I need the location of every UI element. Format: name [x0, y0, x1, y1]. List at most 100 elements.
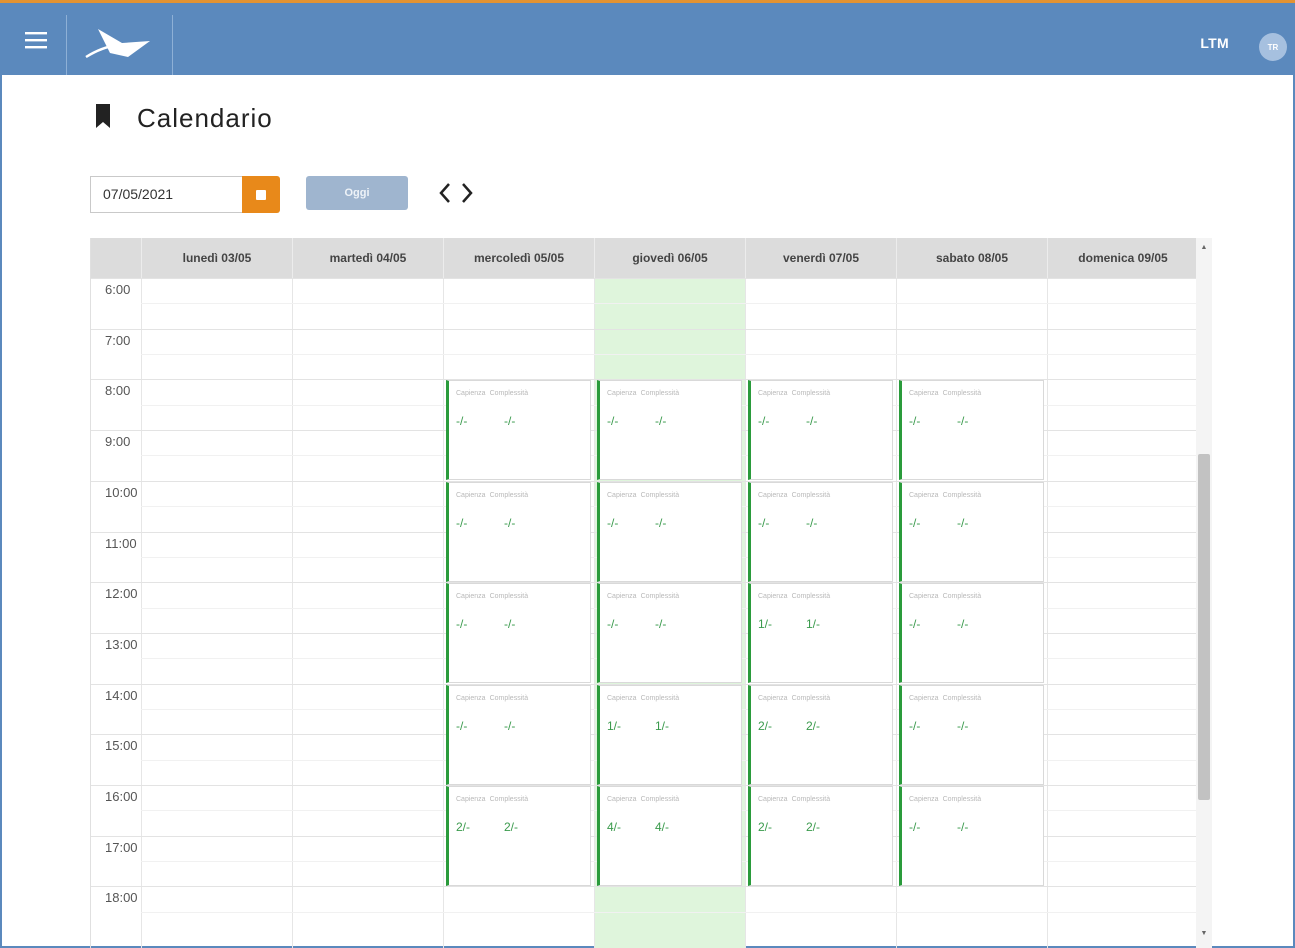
capacity-label: Capienza [909, 796, 939, 803]
complexity-value: -/- [957, 820, 969, 834]
time-label: 9:00 [105, 434, 131, 450]
scroll-up-arrow-icon[interactable]: ▲ [1199, 244, 1209, 256]
day-header: mercoledì 05/05 [443, 238, 594, 278]
complexity-label: Complessità [640, 491, 680, 499]
complexity-label: Complessità [791, 491, 831, 499]
capacity-label: Capienza [456, 694, 486, 702]
date-field[interactable]: 07/05/2021 [90, 176, 242, 213]
calendar-picker-button[interactable] [242, 176, 280, 213]
capacity-label: Capienza [456, 390, 486, 398]
availability-slot[interactable]: Capienza Complessità -/- -/- [899, 786, 1044, 886]
capacity-value: -/- [607, 617, 619, 632]
slot-labels: Capienza Complessità [456, 695, 528, 702]
slot-values: -/- -/- [758, 516, 854, 530]
availability-slot[interactable]: Capienza Complessità -/- -/- [446, 684, 591, 785]
slot-labels: Capienza Complessità [456, 390, 528, 397]
capacity-label: Capienza [758, 491, 788, 499]
availability-slot[interactable]: Capienza Complessità -/- -/- [597, 583, 742, 684]
availability-slot[interactable]: Capienza Complessità -/- -/- [748, 481, 893, 582]
availability-slot[interactable]: Capienza Complessità -/- -/- [597, 380, 742, 481]
complexity-value: -/- [504, 718, 516, 733]
capacity-value: -/- [758, 414, 770, 429]
availability-slot[interactable]: Capienza Complessità 2/- 2/- [748, 786, 893, 886]
availability-slot[interactable]: Capienza Complessità -/- -/- [899, 481, 1044, 582]
slot-values: -/- -/- [607, 617, 703, 631]
half-hour-line [141, 911, 1196, 913]
time-label: 6:00 [105, 282, 131, 297]
capacity-value: 4/- [607, 820, 622, 834]
day-header: martedì 04/05 [292, 238, 443, 278]
scroll-thumb[interactable] [1198, 454, 1210, 800]
availability-slot[interactable]: Capienza Complessità -/- -/- [446, 583, 591, 684]
capacity-value: -/- [909, 515, 921, 530]
availability-slot[interactable]: Capienza Complessità 4/- 4/- [597, 786, 742, 886]
complexity-label: Complessità [942, 390, 982, 398]
complexity-label: Complessità [791, 694, 831, 702]
availability-slot[interactable]: Capienza Complessità 1/- 1/- [597, 684, 742, 785]
availability-slot[interactable]: Capienza Complessità -/- -/- [899, 684, 1044, 785]
availability-slot[interactable]: Capienza Complessità 2/- 2/- [446, 786, 591, 886]
hour-row-line [91, 328, 1196, 330]
capacity-value: -/- [607, 414, 619, 429]
complexity-label: Complessità [791, 390, 831, 398]
availability-slot[interactable]: Capienza Complessità -/- -/- [446, 481, 591, 582]
hamburger-menu-icon[interactable] [8, 15, 64, 65]
slot-values: -/- -/- [909, 414, 1005, 428]
time-label: 18:00 [105, 890, 138, 906]
user-code[interactable]: LTM [1200, 35, 1229, 51]
capacity-label: Capienza [758, 796, 788, 803]
slot-labels: Capienza Complessità [607, 593, 679, 600]
today-button[interactable]: Oggi [306, 176, 408, 210]
day-header: domenica 09/05 [1047, 238, 1196, 278]
complexity-value: -/- [504, 414, 516, 429]
complexity-label: Complessità [640, 694, 680, 702]
slot-values: -/- -/- [909, 617, 1005, 631]
slot-labels: Capienza Complessità [909, 492, 981, 499]
complexity-value: 2/- [504, 820, 519, 834]
capacity-label: Capienza [456, 796, 486, 803]
availability-slot[interactable]: Capienza Complessità -/- -/- [597, 481, 742, 582]
scroll-down-arrow-icon[interactable]: ▼ [1199, 930, 1209, 942]
availability-slot[interactable]: Capienza Complessità -/- -/- [899, 583, 1044, 684]
slot-values: -/- -/- [607, 516, 703, 530]
complexity-label: Complessità [791, 593, 831, 601]
capacity-value: -/- [456, 515, 468, 530]
complexity-label: Complessità [942, 694, 982, 702]
complexity-label: Complessità [640, 796, 680, 803]
slot-labels: Capienza Complessità [758, 695, 830, 702]
avatar[interactable]: TR [1259, 33, 1287, 61]
complexity-label: Complessità [640, 593, 680, 601]
complexity-value: 1/- [806, 617, 821, 632]
time-label: 10:00 [105, 484, 138, 500]
availability-slot[interactable]: Capienza Complessità 2/- 2/- [748, 684, 893, 785]
next-week-button[interactable] [456, 178, 478, 208]
capacity-value: -/- [607, 515, 619, 530]
capacity-value: 1/- [607, 718, 622, 733]
availability-slot[interactable]: Capienza Complessità -/- -/- [899, 380, 1044, 481]
availability-slot[interactable]: Capienza Complessità 1/- 1/- [748, 583, 893, 684]
slot-values: -/- -/- [607, 414, 703, 428]
complexity-value: 2/- [806, 820, 821, 834]
availability-slot[interactable]: Capienza Complessità -/- -/- [446, 380, 591, 481]
calendar-icon [256, 189, 266, 200]
complexity-value: -/- [655, 515, 667, 530]
complexity-label: Complessità [791, 796, 831, 803]
time-label: 16:00 [105, 789, 138, 804]
capacity-label: Capienza [909, 593, 939, 601]
slot-labels: Capienza Complessità [456, 796, 528, 803]
capacity-label: Capienza [607, 593, 637, 601]
week-calendar-grid: lunedì 03/05 martedì 04/05 mercoledì 05/05… [90, 238, 1196, 948]
availability-slot[interactable]: Capienza Complessità -/- -/- [748, 380, 893, 481]
hour-row-line [91, 886, 1196, 888]
complexity-value: -/- [655, 414, 667, 429]
previous-week-button[interactable] [434, 178, 456, 208]
capacity-value: -/- [758, 515, 770, 530]
slot-values: -/- -/- [909, 516, 1005, 530]
vertical-scrollbar[interactable]: ▲ ▼ [1196, 238, 1212, 948]
capacity-value: 2/- [758, 718, 773, 733]
chevron-left-icon [439, 183, 450, 203]
slot-values: -/- -/- [456, 617, 552, 631]
slot-values: -/- -/- [456, 414, 552, 428]
capacity-value: -/- [909, 414, 921, 429]
app-logo[interactable] [82, 23, 154, 65]
